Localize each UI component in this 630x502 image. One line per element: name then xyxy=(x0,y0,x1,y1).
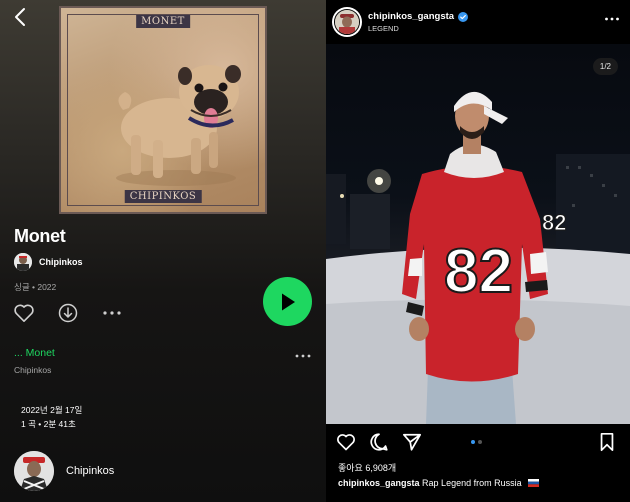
more-horizontal-icon[interactable] xyxy=(604,16,620,22)
comment-icon[interactable] xyxy=(369,432,389,452)
more-horizontal-icon xyxy=(103,311,121,315)
release-track-count: 1 곡 • 2분 41초 xyxy=(21,419,76,429)
carousel-dots xyxy=(471,440,482,444)
music-player-panel: MONET CHIPINKOS Monet Chipinkos 싱글 • 202… xyxy=(0,0,326,502)
heart-icon[interactable] xyxy=(336,432,356,452)
like-button[interactable] xyxy=(13,302,35,324)
caption-text: Rap Legend from Russia xyxy=(422,478,522,488)
release-date: 2022년 2월 17일 xyxy=(21,405,83,415)
cover-title-label: MONET xyxy=(136,15,190,28)
play-button[interactable] xyxy=(263,277,312,326)
profile-username[interactable]: chipinkos_gangsta xyxy=(368,11,454,22)
carousel-dot xyxy=(471,440,475,444)
heart-icon xyxy=(14,304,34,322)
more-horizontal-icon[interactable] xyxy=(294,351,312,361)
download-button[interactable] xyxy=(57,302,79,324)
download-icon xyxy=(58,303,78,323)
send-icon[interactable] xyxy=(402,432,422,452)
profile-subtitle: LEGEND xyxy=(368,24,399,33)
song-title: Monet xyxy=(14,226,66,246)
post-photo[interactable]: 82 82 1/2 xyxy=(326,44,630,424)
cover-artist-label: CHIPINKOS xyxy=(124,190,202,203)
artist-name: Chipinkos xyxy=(39,257,83,267)
artist-card-avatar xyxy=(14,451,54,491)
track-title: ... Monet xyxy=(14,347,55,359)
artist-link[interactable]: Chipinkos xyxy=(14,253,83,271)
more-options-button[interactable] xyxy=(101,302,123,324)
bookmark-icon[interactable] xyxy=(597,432,617,452)
instagram-post-panel: chipinkos_gangsta LEGEND 82 82 1/2 좋아요 6… xyxy=(326,0,630,502)
profile-avatar[interactable] xyxy=(332,7,362,37)
post-header: chipinkos_gangsta LEGEND xyxy=(326,0,630,44)
russia-flag-icon xyxy=(528,479,540,487)
post-photo-scene: 82 82 xyxy=(326,91,630,424)
jersey-number: 82 xyxy=(444,237,513,306)
action-bar xyxy=(13,302,123,324)
pug-illustration xyxy=(116,65,241,186)
artist-card-name: Chipinkos xyxy=(66,465,115,477)
track-row[interactable]: ... Monet Chipinkos xyxy=(14,347,314,375)
artist-card[interactable]: Chipinkos xyxy=(14,451,114,491)
caption-username[interactable]: chipinkos_gangsta xyxy=(338,478,420,488)
album-cover: MONET CHIPINKOS xyxy=(59,6,267,214)
release-meta: 싱글 • 2022 xyxy=(14,282,57,292)
track-artist: Chipinkos xyxy=(14,365,52,375)
verified-badge-icon xyxy=(458,11,469,22)
play-icon xyxy=(281,293,295,310)
carousel-dot xyxy=(478,440,482,444)
back-button[interactable] xyxy=(10,6,32,28)
sleeve-number: 82 xyxy=(542,210,566,235)
post-caption: chipinkos_gangsta Rap Legend from Russia xyxy=(338,478,628,488)
carousel-counter: 1/2 xyxy=(592,58,618,75)
artist-avatar xyxy=(14,253,32,271)
chevron-left-icon xyxy=(15,8,25,26)
post-action-bar xyxy=(326,430,630,456)
likes-count[interactable]: 좋아요 6,908개 xyxy=(338,461,396,474)
